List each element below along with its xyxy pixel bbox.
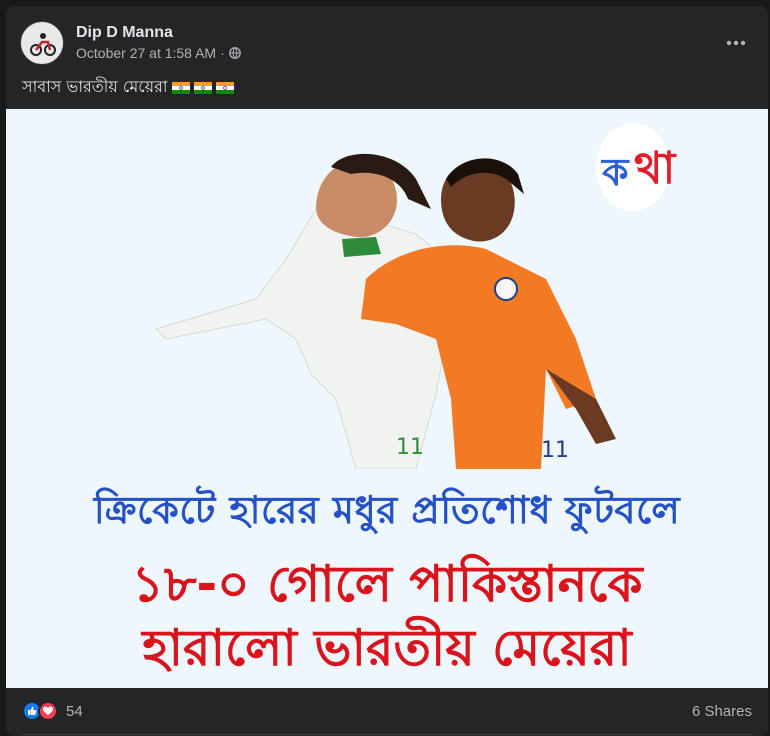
reactions-summary[interactable]: 54 <box>22 701 83 721</box>
india-flag-icon <box>193 81 212 94</box>
post-footer: 54 6 Shares <box>22 696 752 726</box>
more-options-button[interactable] <box>718 25 754 61</box>
motorcycle-icon <box>30 33 56 56</box>
caption-text: সাবাস ভারতীয় মেয়েরা <box>22 77 168 96</box>
jersey-number-white: 11 <box>396 435 424 460</box>
author-name[interactable]: Dip D Manna <box>76 23 241 43</box>
headline-line-3: হারালো ভারতীয় মেয়েরা <box>142 619 632 677</box>
globe-icon[interactable] <box>228 47 241 59</box>
india-flag-icon <box>171 81 190 94</box>
more-options-icon <box>726 40 746 46</box>
post-timestamp[interactable]: October 27 at 1:58 AM <box>76 43 216 63</box>
post-caption: সাবাস ভারতীয় মেয়েরা <box>22 74 234 101</box>
headline-line-1: ক্রিকেটে হারের মধুর প্রতিশোধ ফুটবলে <box>93 488 681 532</box>
football-players-illustration: 11 11 <box>155 153 616 469</box>
reaction-count[interactable]: 54 <box>66 703 83 720</box>
post-image[interactable]: ক থা 11 11 ক্রিকেটে হারের মধুর প্রতিশোধ … <box>6 109 768 688</box>
post-subline: October 27 at 1:58 AM · <box>76 43 241 63</box>
footer-divider <box>22 734 752 735</box>
separator-dot: · <box>220 45 225 61</box>
avatar[interactable] <box>20 21 64 65</box>
post-meta: Dip D Manna October 27 at 1:58 AM · <box>76 23 241 63</box>
shares-count[interactable]: 6 Shares <box>692 703 752 720</box>
jersey-number-orange: 11 <box>541 438 569 463</box>
post-card: Dip D Manna October 27 at 1:58 AM · সাবা… <box>6 6 768 736</box>
post-header: Dip D Manna October 27 at 1:58 AM · <box>20 20 754 66</box>
india-flag-icon <box>215 81 234 94</box>
love-icon <box>38 701 58 721</box>
